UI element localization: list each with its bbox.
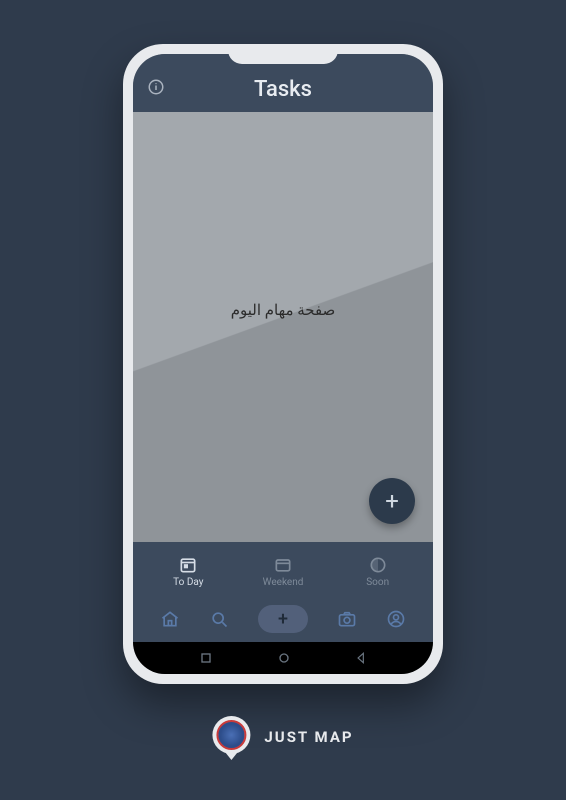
home-button[interactable] xyxy=(276,650,292,666)
app-screen: Tasks صفحة مهام اليوم + To Day xyxy=(133,54,433,674)
camera-icon[interactable] xyxy=(337,609,357,629)
tab-label: Weekend xyxy=(263,577,304,588)
info-icon[interactable] xyxy=(147,78,165,96)
tabs-bar: To Day Weekend Soon xyxy=(133,542,433,596)
back-button[interactable] xyxy=(354,651,368,665)
android-system-nav xyxy=(133,642,433,674)
empty-state-text: صفحة مهام اليوم xyxy=(231,301,336,319)
app-logo xyxy=(212,716,250,758)
tab-today[interactable]: To Day xyxy=(141,555,236,588)
content-area: صفحة مهام اليوم + xyxy=(133,112,433,542)
calendar-range-icon xyxy=(273,555,293,575)
plus-icon: + xyxy=(385,487,399,515)
add-button[interactable]: + xyxy=(258,605,308,633)
tab-label: Soon xyxy=(366,577,389,588)
home-icon[interactable] xyxy=(160,609,180,629)
page-title: Tasks xyxy=(254,77,312,102)
moon-icon xyxy=(368,555,388,575)
recent-apps-button[interactable] xyxy=(198,650,214,666)
tab-weekend[interactable]: Weekend xyxy=(236,555,331,588)
profile-icon[interactable] xyxy=(386,609,406,629)
calendar-icon xyxy=(178,555,198,575)
tab-label: To Day xyxy=(173,577,203,588)
phone-notch xyxy=(228,44,338,64)
add-task-fab[interactable]: + xyxy=(369,478,415,524)
plus-icon: + xyxy=(278,609,288,630)
phone-mockup: Tasks صفحة مهام اليوم + To Day xyxy=(123,44,443,684)
tab-soon[interactable]: Soon xyxy=(330,555,425,588)
search-icon[interactable] xyxy=(209,609,229,629)
bottom-nav: + xyxy=(133,596,433,642)
footer-branding: JUST MAP xyxy=(212,716,353,758)
brand-name: JUST MAP xyxy=(264,728,353,746)
